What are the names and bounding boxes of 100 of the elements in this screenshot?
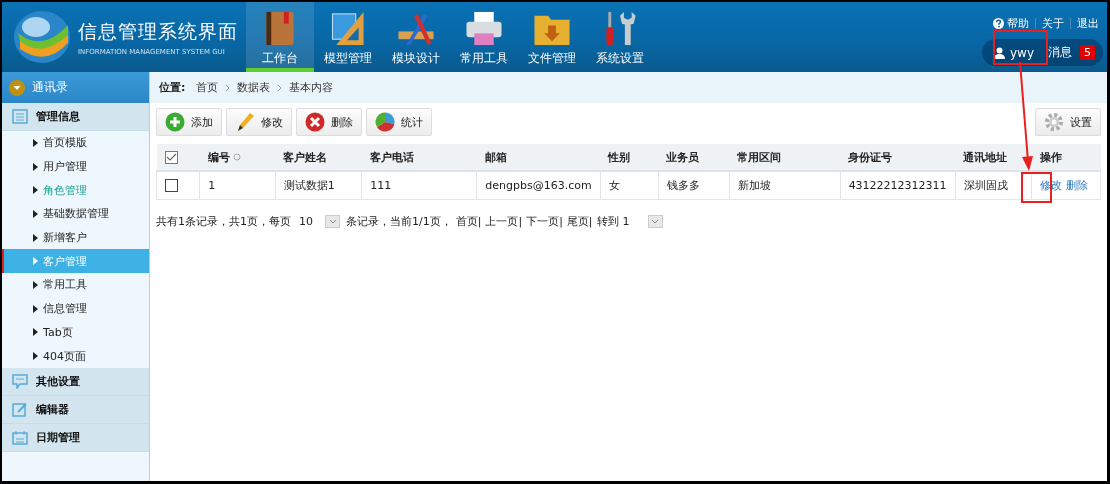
sidebar-item[interactable]: 基础数据管理 <box>2 202 149 226</box>
table-cell: 1 <box>199 171 276 200</box>
sidebar-item[interactable]: 首页模版 <box>2 131 149 155</box>
chevron-icon <box>225 83 231 92</box>
user-icon <box>993 46 1005 59</box>
user-button[interactable]: ywy <box>991 43 1040 62</box>
select-all-checkbox[interactable] <box>164 150 178 164</box>
sort-icon[interactable] <box>232 152 241 161</box>
sidebar-group[interactable]: 编辑器 <box>2 395 149 424</box>
nav-tab[interactable]: 模型管理 <box>314 2 382 72</box>
nav-tab[interactable]: 常用工具 <box>450 2 518 72</box>
column-header: 客户电话 <box>369 150 414 164</box>
table-cell: 钱多多 <box>658 171 730 200</box>
bullet-icon <box>33 186 38 195</box>
bullet-icon <box>33 233 38 242</box>
pencil-icon <box>235 112 255 132</box>
column-header: 业务员 <box>666 150 700 164</box>
settings-icon <box>1044 112 1064 132</box>
delete-icon <box>305 112 325 132</box>
column-header: 邮箱 <box>484 150 507 164</box>
globe-logo-icon <box>12 9 72 65</box>
settings-button[interactable]: 设置 <box>1035 108 1101 136</box>
toolbar-button[interactable]: 删除 <box>296 108 362 136</box>
pagination-link[interactable]: 上一页| <box>485 214 523 229</box>
toolbar-button[interactable]: 统计 <box>366 108 432 136</box>
chevron-down-icon <box>328 219 337 224</box>
pagination-link[interactable]: 首页| <box>455 214 482 229</box>
pagination-link[interactable]: 下一页| <box>526 214 563 229</box>
pagination-link[interactable]: 尾页| <box>566 214 593 229</box>
action-link[interactable]: 修改 <box>1040 179 1062 192</box>
column-header: 通讯地址 <box>963 150 1008 164</box>
chat-icon <box>12 373 28 389</box>
sidebar-item[interactable]: 常用工具 <box>2 273 149 297</box>
printer-icon <box>464 10 504 47</box>
toolbar-button[interactable]: 修改 <box>226 108 292 136</box>
nav-tab[interactable]: 模块设计 <box>382 2 450 72</box>
pagination-summary: 共有1条记录，共1页，每页 <box>156 214 291 229</box>
table-cell: 111 <box>361 171 477 200</box>
bullet-icon <box>33 138 38 147</box>
bullet-icon <box>33 352 38 361</box>
column-header: 编号 <box>207 150 230 164</box>
bullet-icon <box>33 304 38 313</box>
nav-tab[interactable]: 系统设置 <box>586 2 654 72</box>
sidebar-item[interactable]: 新增客户 <box>2 225 149 250</box>
sidebar-group[interactable]: 日期管理 <box>2 423 149 452</box>
app-title: 信息管理系统界面 <box>78 18 238 44</box>
nav-tab[interactable]: 文件管理 <box>518 2 586 72</box>
chevron-down-icon <box>651 219 660 224</box>
table-cell: 深圳固戌 <box>955 171 1032 200</box>
bullet-icon <box>33 162 38 171</box>
page-size-dropdown[interactable] <box>325 215 340 228</box>
calendar-icon <box>12 429 28 445</box>
header-link[interactable]: 退出 <box>1077 16 1099 31</box>
pagination-status: 条记录，当前1/1页， <box>346 214 452 229</box>
list-icon <box>12 109 28 124</box>
goto-label: 转到 <box>596 214 619 229</box>
help-icon <box>993 18 1004 29</box>
breadcrumb-link[interactable]: 首页 <box>196 80 219 95</box>
sidebar-item[interactable]: 用户管理 <box>2 154 149 179</box>
header-link[interactable]: 帮助 <box>1007 16 1029 31</box>
column-header: 常用区间 <box>737 150 782 164</box>
table-cell: dengpbs@163.com <box>476 171 601 200</box>
sidebar-group[interactable]: 管理信息 <box>2 103 149 131</box>
breadcrumb-label: 位置: <box>159 80 186 95</box>
sidebar-item[interactable]: 信息管理 <box>2 296 149 321</box>
column-header: 操作 <box>1039 150 1062 164</box>
messages-button[interactable]: 消息 <box>1046 42 1074 63</box>
bullet-icon <box>33 280 38 289</box>
goto-page-dropdown[interactable] <box>647 215 663 228</box>
message-count-badge: 5 <box>1080 45 1095 60</box>
dropdown-icon <box>9 79 25 96</box>
toolbar-button[interactable]: 添加 <box>156 108 222 136</box>
pie-chart-icon <box>375 112 395 132</box>
column-header: 身份证号 <box>848 150 893 164</box>
sidebar-group[interactable]: 其他设置 <box>2 367 149 396</box>
breadcrumb-link[interactable]: 数据表 <box>237 80 271 95</box>
sidebar-item[interactable]: Tab页 <box>2 320 149 345</box>
bullet-icon <box>33 328 38 337</box>
table-cell: 测试数据1 <box>275 171 362 200</box>
highlight-frame <box>1021 172 1052 203</box>
table-cell: 女 <box>600 171 659 200</box>
nav-tab[interactable]: 工作台 <box>246 2 314 72</box>
plus-icon <box>165 112 185 132</box>
page-size-value: 10 <box>299 215 313 228</box>
sidebar-title: 通讯录 <box>32 79 68 96</box>
edit-icon <box>12 401 28 417</box>
chevron-icon <box>277 83 283 92</box>
header-link[interactable]: 关于 <box>1042 16 1064 31</box>
action-link[interactable]: 删除 <box>1066 179 1088 192</box>
table-cell: 新加坡 <box>729 171 841 200</box>
sidebar-item[interactable]: 404页面 <box>2 344 149 368</box>
row-checkbox[interactable] <box>165 179 178 193</box>
bullet-icon <box>33 257 38 266</box>
breadcrumb-link[interactable]: 基本内容 <box>289 80 334 95</box>
highlight-frame <box>993 30 1048 65</box>
column-header: 客户姓名 <box>283 150 328 164</box>
bullet-icon <box>33 209 38 218</box>
column-header: 性别 <box>608 150 631 164</box>
table-cell: 43122212312311 <box>840 171 956 200</box>
goto-page-value: 1 <box>622 215 630 228</box>
